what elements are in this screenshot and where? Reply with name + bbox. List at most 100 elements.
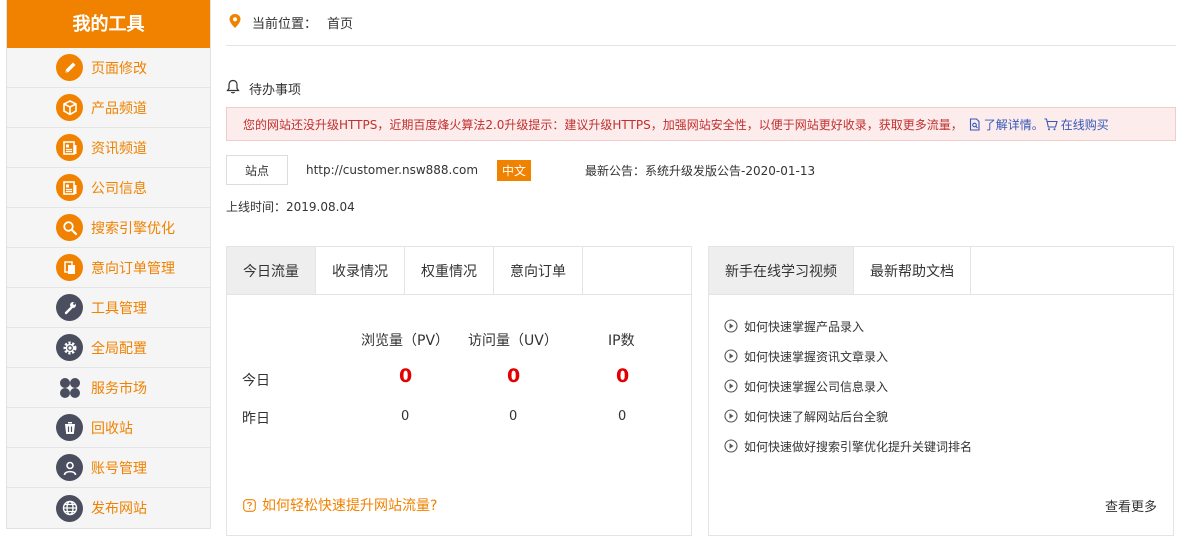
- video-title: 如何快速做好搜索引擎优化提升关键词排名: [744, 439, 973, 454]
- sidebar-item-service-market[interactable]: 服务市场: [7, 368, 210, 408]
- help-panel: 新手在线学习视频 最新帮助文档 如何快速掌握产品录入 如何快速掌握资讯文章录入 …: [708, 246, 1174, 536]
- yesterday-uv-value: 0: [509, 409, 518, 424]
- sidebar-item-page-edit[interactable]: 页面修改: [7, 48, 210, 88]
- alert-dot: 。: [1031, 117, 1044, 132]
- sidebar-item-label: 搜索引擎优化: [91, 220, 175, 237]
- tab-weight[interactable]: 权重情况: [405, 247, 494, 294]
- language-badge: 中文: [497, 159, 532, 181]
- breadcrumb-home-link[interactable]: 首页: [327, 13, 353, 32]
- site-url: http://customer.nsw888.com: [306, 163, 479, 177]
- sidebar-item-company[interactable]: 公司信息: [7, 168, 210, 208]
- bell-icon: [226, 79, 249, 98]
- company-icon: [56, 174, 83, 201]
- traffic-panel: 今日流量 收录情况 权重情况 意向订单 浏览量（PV） 访问量（UV） IP数 …: [226, 246, 692, 536]
- document-icon: [56, 254, 83, 281]
- sidebar-item-label: 账号管理: [91, 460, 147, 477]
- sidebar-item-label: 意向订单管理: [91, 260, 175, 277]
- question-icon: [243, 498, 256, 512]
- sidebar-item-label: 全局配置: [91, 340, 147, 357]
- video-title: 如何快速了解网站后台全貌: [744, 409, 889, 424]
- list-item[interactable]: 如何快速了解网站后台全貌: [724, 401, 1173, 431]
- list-item[interactable]: 如何快速掌握资讯文章录入: [724, 341, 1173, 371]
- row-label-today: 今日: [242, 373, 270, 389]
- pencil-icon: [56, 54, 83, 81]
- sidebar-item-products[interactable]: 产品频道: [7, 88, 210, 128]
- today-pv-value: 0: [399, 365, 413, 387]
- view-more-link[interactable]: 查看更多: [1105, 496, 1157, 515]
- tab-orders[interactable]: 意向订单: [494, 247, 583, 294]
- play-icon: [724, 409, 738, 423]
- alert-text: 您的网站还没升级HTTPS，近期百度烽火算法2.0升级提示：建议升级HTTPS，…: [243, 117, 963, 132]
- user-icon: [56, 454, 83, 481]
- video-title: 如何快速掌握公司信息录入: [744, 379, 889, 394]
- sidebar-item-label: 资讯频道: [91, 140, 147, 157]
- detail-link[interactable]: 了解详情: [969, 116, 1032, 133]
- sidebar-item-account[interactable]: 账号管理: [7, 448, 210, 488]
- sidebar-item-label: 工具管理: [91, 300, 147, 317]
- today-ip-value: 0: [616, 365, 630, 387]
- todo-title: 待办事项: [249, 83, 302, 98]
- sidebar-item-label: 公司信息: [91, 180, 147, 197]
- online-time: 上线时间：2019.08.04: [226, 200, 355, 214]
- grid-icon: [56, 374, 83, 401]
- list-item[interactable]: 如何快速掌握产品录入: [724, 311, 1173, 341]
- help-tabs: 新手在线学习视频 最新帮助文档: [709, 247, 1173, 295]
- news-icon: [56, 134, 83, 161]
- buy-online-link[interactable]: 在线购买: [1044, 116, 1109, 133]
- detail-link-label: 了解详情: [983, 117, 1032, 132]
- document-search-icon: [969, 117, 980, 131]
- today-uv-value: 0: [507, 365, 521, 387]
- row-label-yesterday: 昨日: [242, 411, 270, 427]
- header-ip: IP数: [608, 333, 635, 349]
- sidebar-item-global-config[interactable]: 全局配置: [7, 328, 210, 368]
- sidebar-item-recycle-bin[interactable]: 回收站: [7, 408, 210, 448]
- sidebar-item-label: 页面修改: [91, 60, 147, 77]
- trash-icon: [56, 414, 83, 441]
- play-icon: [724, 379, 738, 393]
- search-icon: [56, 214, 83, 241]
- play-icon: [724, 319, 738, 333]
- traffic-tips-link[interactable]: 如何轻松快速提升网站流量?: [243, 495, 437, 515]
- globe-icon: [56, 494, 83, 522]
- play-icon: [724, 439, 738, 453]
- video-title: 如何快速掌握资讯文章录入: [744, 349, 889, 364]
- header-pv: 浏览量（PV）: [361, 333, 450, 349]
- list-item[interactable]: 如何快速掌握公司信息录入: [724, 371, 1173, 401]
- https-alert: 您的网站还没升级HTTPS，近期百度烽火算法2.0升级提示：建议升级HTTPS，…: [226, 107, 1176, 141]
- site-info-row: 站点 http://customer.nsw888.com 中文 最新公告：系统…: [226, 155, 1176, 185]
- sidebar-item-tools[interactable]: 工具管理: [7, 288, 210, 328]
- todo-section-title: 待办事项: [226, 79, 1176, 98]
- gear-icon: [56, 334, 83, 361]
- list-item[interactable]: 如何快速做好搜索引擎优化提升关键词排名: [724, 431, 1173, 461]
- sidebar-item-orders[interactable]: 意向订单管理: [7, 248, 210, 288]
- site-button[interactable]: 站点: [226, 155, 288, 185]
- sidebar-item-label: 发布网站: [91, 501, 147, 517]
- breadcrumb-label: 当前位置：: [252, 17, 318, 32]
- header-uv: 访问量（UV）: [468, 333, 558, 349]
- yesterday-ip-value: 0: [618, 409, 627, 424]
- sidebar-item-seo[interactable]: 搜索引擎优化: [7, 208, 210, 248]
- buy-online-label: 在线购买: [1060, 117, 1109, 132]
- tab-help-docs[interactable]: 最新帮助文档: [854, 247, 971, 294]
- traffic-tips-label: 如何轻松快速提升网站流量?: [262, 498, 438, 514]
- latest-notice[interactable]: 最新公告：系统升级发版公告-2020-01-13: [585, 162, 815, 179]
- tab-indexing[interactable]: 收录情况: [316, 247, 405, 294]
- box-icon: [56, 94, 83, 121]
- traffic-stats: 浏览量（PV） 访问量（UV） IP数 今日 0 0 0 昨日 0 0 0 如何…: [227, 295, 691, 535]
- sidebar-item-news[interactable]: 资讯频道: [7, 128, 210, 168]
- sidebar-item-publish[interactable]: 发布网站: [7, 488, 210, 528]
- sidebar-item-label: 服务市场: [91, 380, 147, 397]
- play-icon: [724, 349, 738, 363]
- location-pin-icon: [228, 13, 242, 33]
- sidebar-item-label: 回收站: [91, 420, 133, 437]
- video-list: 如何快速掌握产品录入 如何快速掌握资讯文章录入 如何快速掌握公司信息录入 如何快…: [709, 295, 1173, 461]
- video-title: 如何快速掌握产品录入: [744, 319, 865, 334]
- sidebar: 我的工具 页面修改 产品频道 资讯频道 公司信息 搜索引擎优化 意向订单管理 工…: [6, 0, 211, 529]
- wrench-icon: [56, 294, 83, 321]
- yesterday-pv-value: 0: [401, 409, 410, 424]
- sidebar-title: 我的工具: [7, 0, 210, 48]
- tab-today-traffic[interactable]: 今日流量: [227, 247, 316, 294]
- sidebar-item-label: 产品频道: [91, 100, 147, 117]
- tab-video-tutorials[interactable]: 新手在线学习视频: [709, 247, 854, 294]
- main-content: 当前位置： 首页 待办事项 您的网站还没升级HTTPS，近期百度烽火算法2.0升…: [226, 0, 1176, 536]
